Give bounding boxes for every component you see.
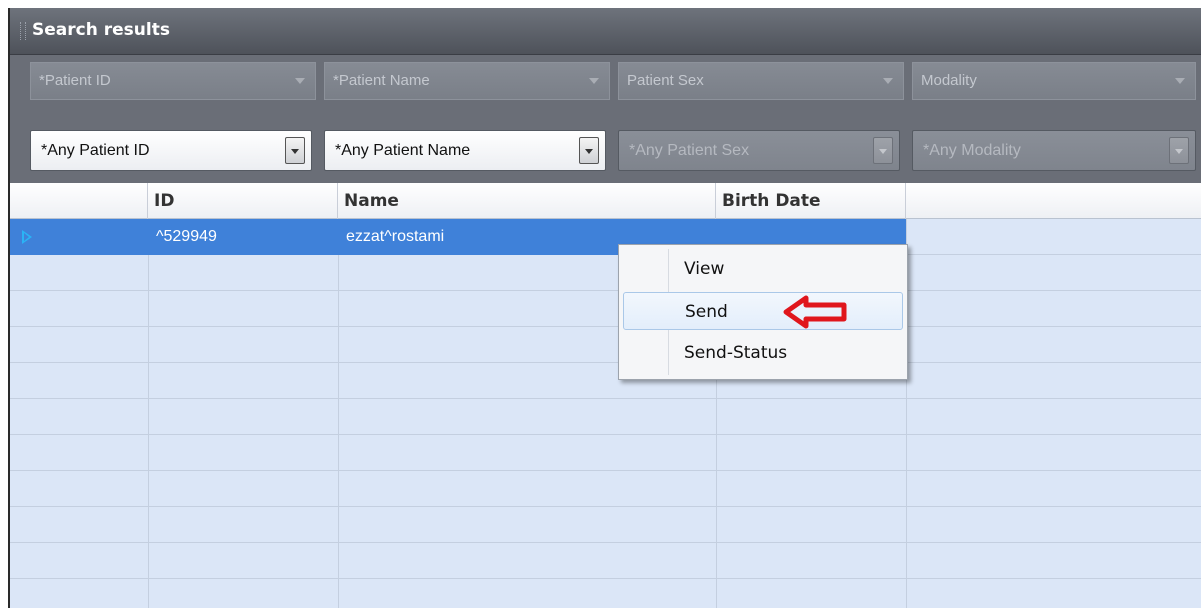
table-row[interactable]	[10, 507, 1201, 543]
grid-header: ID Name Birth Date	[10, 183, 1201, 219]
patient-sex-filter: *Any Patient Sex	[618, 130, 900, 171]
table-row[interactable]	[10, 255, 1201, 291]
column-select-label: *Patient ID	[39, 72, 111, 89]
row-indicator-icon	[22, 230, 32, 244]
table-row[interactable]	[10, 291, 1201, 327]
results-grid[interactable]: ID Name Birth Date ^529949 ezzat^rostami	[10, 183, 1201, 608]
column-select-modality[interactable]: Modality	[912, 62, 1196, 100]
column-select-label: *Patient Name	[333, 72, 430, 89]
filter-value: *Any Patient Name	[335, 142, 471, 159]
filter-panel: *Patient ID *Patient Name Patient Sex Mo…	[10, 55, 1201, 183]
menu-item-send[interactable]: Send	[623, 292, 903, 330]
chevron-down-icon	[295, 78, 305, 84]
column-header-indicator[interactable]	[10, 183, 148, 219]
column-select-label: Patient Sex	[627, 72, 704, 89]
patient-name-filter[interactable]: *Any Patient Name	[324, 130, 606, 171]
search-results-window: Search results *Patient ID *Patient Name…	[8, 8, 1201, 608]
window-title: Search results	[32, 20, 170, 40]
context-menu: View Send Send-Status	[618, 244, 908, 380]
column-header-id[interactable]: ID	[148, 183, 338, 219]
drag-grip-icon[interactable]	[20, 22, 26, 40]
chevron-down-icon	[589, 78, 599, 84]
chevron-down-icon	[883, 78, 893, 84]
modality-filter: *Any Modality	[912, 130, 1196, 171]
column-header-filler	[906, 183, 1201, 219]
menu-item-view[interactable]: View	[623, 250, 903, 288]
filter-value: *Any Patient ID	[41, 142, 150, 159]
column-select-label: Modality	[921, 72, 977, 89]
column-divider	[148, 219, 149, 608]
filter-value: *Any Modality	[923, 142, 1021, 159]
table-row[interactable]	[10, 327, 1201, 363]
table-row[interactable]	[10, 363, 1201, 399]
menu-item-send-status[interactable]: Send-Status	[623, 334, 903, 372]
filter-value: *Any Patient Sex	[629, 142, 750, 159]
patient-id-filter[interactable]: *Any Patient ID	[30, 130, 312, 171]
column-divider	[338, 219, 339, 608]
annotation-arrow-icon	[783, 295, 847, 329]
table-row[interactable]	[10, 435, 1201, 471]
dropdown-button[interactable]	[579, 137, 599, 164]
chevron-down-icon	[1175, 78, 1185, 84]
dropdown-button[interactable]	[285, 137, 305, 164]
table-row[interactable]	[10, 399, 1201, 435]
table-row[interactable]	[10, 471, 1201, 507]
table-row[interactable]	[10, 543, 1201, 579]
dropdown-button	[1169, 137, 1189, 164]
column-select-patient-id[interactable]: *Patient ID	[30, 62, 316, 100]
cell-id[interactable]: ^529949	[148, 219, 338, 255]
dropdown-button	[873, 137, 893, 164]
column-select-patient-name[interactable]: *Patient Name	[324, 62, 610, 100]
column-header-name[interactable]: Name	[338, 183, 716, 219]
title-bar: Search results	[10, 8, 1201, 55]
column-select-patient-sex[interactable]: Patient Sex	[618, 62, 904, 100]
column-header-birth-date[interactable]: Birth Date	[716, 183, 906, 219]
